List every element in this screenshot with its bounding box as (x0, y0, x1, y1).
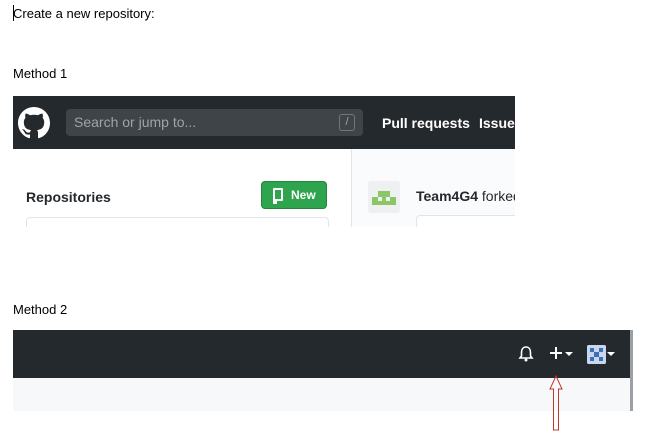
github-header-right (13, 330, 630, 378)
nav-pull-requests[interactable]: Pull requests (382, 115, 470, 131)
method2-label: Method 2 (13, 302, 68, 317)
activity-feed: Team4G4 forked (352, 149, 515, 227)
intro-text: Create a new repository: (13, 6, 155, 21)
feed-user-link[interactable]: Team4G4 (416, 188, 478, 204)
method2-screenshot (13, 330, 630, 411)
annotation-arrow-icon (549, 375, 563, 431)
repositories-title: Repositories (26, 189, 111, 205)
new-button-label: New (291, 188, 316, 202)
nav-issues[interactable]: Issues (479, 115, 515, 131)
caret-down-icon[interactable] (565, 352, 573, 356)
search-input[interactable]: Search or jump to... / (66, 109, 363, 136)
repository-filter-input[interactable] (26, 217, 329, 227)
github-logo-icon[interactable] (18, 107, 50, 139)
search-placeholder: Search or jump to... (74, 114, 197, 130)
screenshot-edge (630, 330, 633, 411)
github-header: Search or jump to... / Pull requests Iss… (13, 96, 515, 149)
bell-icon[interactable] (517, 345, 535, 363)
avatar-caret-down-icon[interactable] (607, 352, 615, 356)
plus-icon[interactable] (548, 345, 564, 361)
search-shortcut-key: / (339, 114, 355, 131)
repositories-pane: Repositories New (13, 149, 351, 227)
feed-card (416, 215, 515, 227)
avatar-icon[interactable] (587, 345, 606, 364)
new-repository-button[interactable]: New (261, 181, 327, 209)
feed-entry: Team4G4 forked (416, 188, 515, 204)
feed-action: forked (481, 188, 515, 204)
method1-label: Method 1 (13, 66, 68, 81)
method1-screenshot: Search or jump to... / Pull requests Iss… (13, 96, 515, 227)
avatar-identicon[interactable] (368, 181, 400, 213)
repo-icon (273, 188, 283, 204)
subheader-area (13, 378, 630, 411)
